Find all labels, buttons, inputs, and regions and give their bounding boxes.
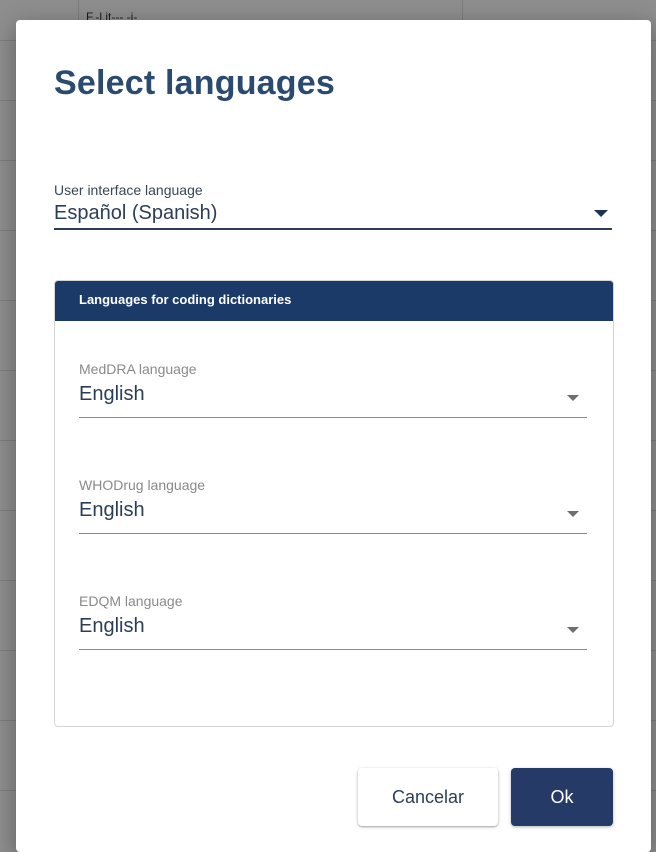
- cancel-button[interactable]: Cancelar: [358, 768, 498, 826]
- meddra-language-select[interactable]: MedDRA language English: [79, 361, 587, 418]
- coding-dictionaries-header: Languages for coding dictionaries: [55, 281, 613, 321]
- ui-language-select[interactable]: User interface language Español (Spanish…: [54, 182, 612, 230]
- dropdown-arrow-icon: [594, 210, 608, 217]
- edqm-language-select[interactable]: EDQM language English: [79, 593, 587, 650]
- dropdown-arrow-icon: [567, 627, 579, 633]
- ui-language-value: Español (Spanish): [54, 202, 218, 224]
- whodrug-language-value: English: [79, 499, 145, 521]
- meddra-language-value: English: [79, 383, 145, 405]
- select-languages-dialog: Select languages User interface language…: [16, 20, 651, 852]
- meddra-language-label: MedDRA language: [79, 361, 197, 377]
- coding-dictionaries-panel: Languages for coding dictionaries MedDRA…: [54, 280, 614, 727]
- edqm-language-label: EDQM language: [79, 593, 183, 609]
- dropdown-arrow-icon: [567, 511, 579, 517]
- dropdown-arrow-icon: [567, 395, 579, 401]
- ok-button[interactable]: Ok: [511, 768, 613, 826]
- edqm-language-value: English: [79, 615, 145, 637]
- ui-language-label: User interface language: [54, 182, 203, 198]
- whodrug-language-select[interactable]: WHODrug language English: [79, 477, 587, 534]
- whodrug-language-label: WHODrug language: [79, 477, 206, 493]
- dialog-title: Select languages: [54, 64, 335, 102]
